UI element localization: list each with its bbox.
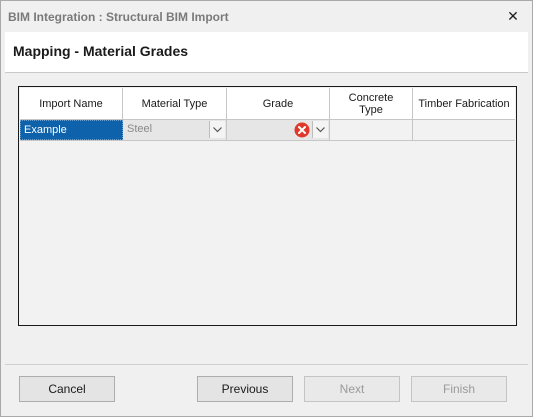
grade-dropdown-button[interactable]: [312, 121, 328, 138]
title-bar: BIM Integration : Structural BIM Import …: [1, 1, 532, 32]
page-header: Mapping - Material Grades: [5, 32, 528, 73]
cancel-button[interactable]: Cancel: [19, 376, 115, 402]
close-icon: ✕: [507, 8, 519, 24]
grid-header: Import Name Material Type Grade Concrete…: [20, 88, 515, 120]
import-name-cell[interactable]: Example: [20, 120, 123, 140]
material-type-combo[interactable]: Steel: [123, 120, 227, 140]
error-icon: [294, 122, 310, 138]
grade-combo[interactable]: [227, 120, 330, 140]
column-header-timber-fabrication[interactable]: Timber Fabrication: [413, 88, 515, 119]
material-type-value: Steel: [127, 123, 153, 135]
concrete-type-cell[interactable]: [330, 120, 413, 140]
close-button[interactable]: ✕: [500, 4, 526, 28]
column-header-import-name[interactable]: Import Name: [20, 88, 123, 119]
footer-divider: [5, 364, 528, 365]
material-type-dropdown-button[interactable]: [209, 121, 225, 138]
column-header-grade[interactable]: Grade: [227, 88, 330, 119]
chevron-down-icon: [316, 126, 325, 132]
window-title: BIM Integration : Structural BIM Import: [8, 10, 229, 24]
column-header-material-type[interactable]: Material Type: [123, 88, 227, 119]
page-title: Mapping - Material Grades: [13, 43, 189, 59]
chevron-down-icon: [213, 126, 222, 132]
table-row[interactable]: Example Steel: [20, 120, 515, 141]
timber-fabrication-cell[interactable]: [413, 120, 515, 140]
material-grade-grid: Import Name Material Type Grade Concrete…: [18, 86, 517, 326]
previous-button[interactable]: Previous: [197, 376, 293, 402]
finish-button[interactable]: Finish: [411, 376, 507, 402]
column-header-concrete-type[interactable]: Concrete Type: [330, 88, 413, 119]
dialog-window: BIM Integration : Structural BIM Import …: [0, 0, 533, 417]
next-button[interactable]: Next: [304, 376, 400, 402]
